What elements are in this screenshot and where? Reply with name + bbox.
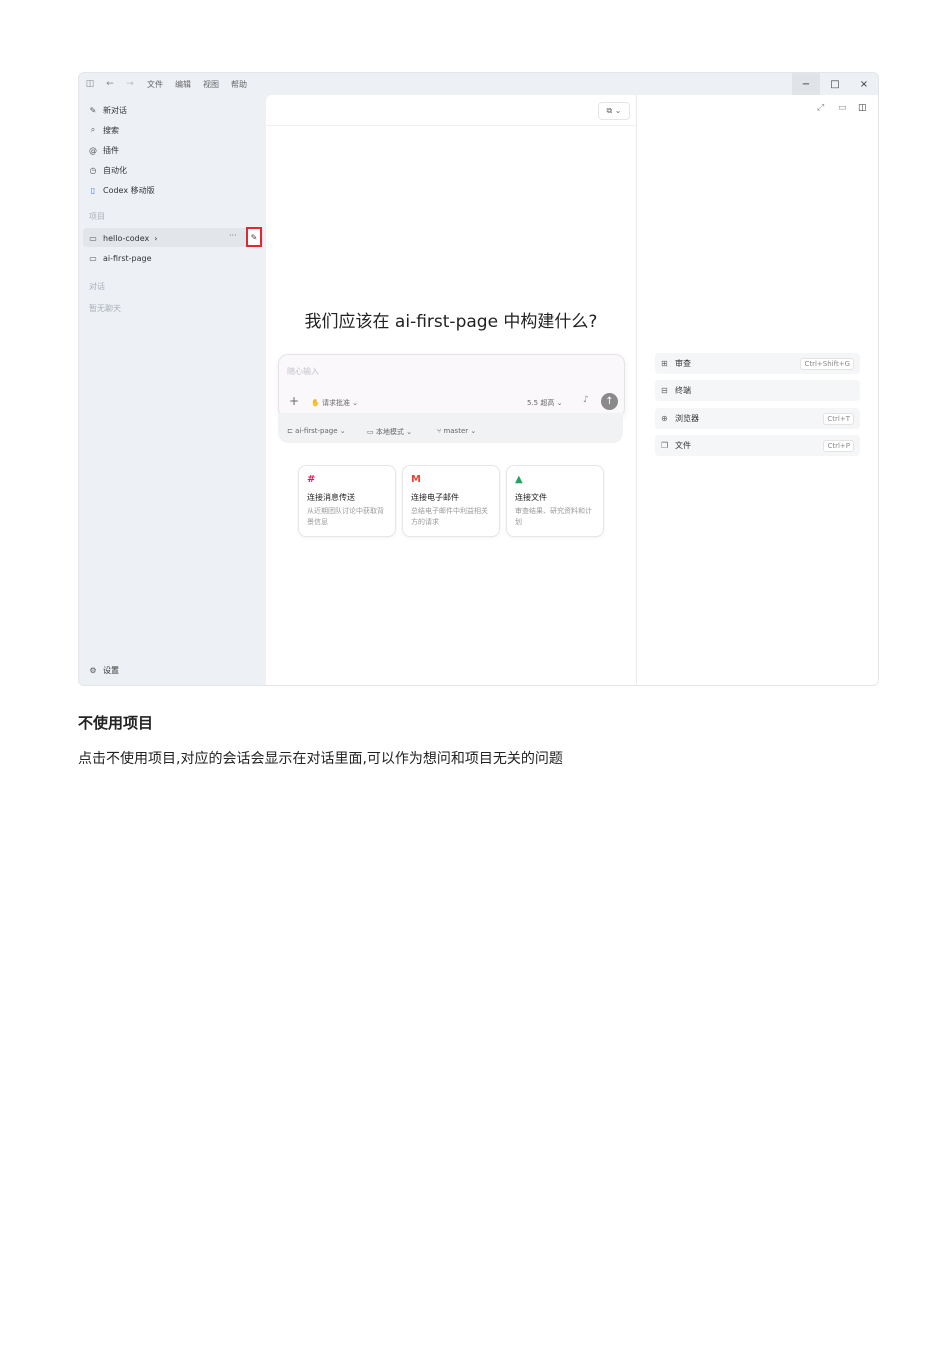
browser-button[interactable]: ⊕ 浏览器 Ctrl+T (655, 408, 860, 429)
search-icon: ⌕ (90, 125, 96, 134)
project-selector[interactable]: ⊏ ai-first-page ⌄ (287, 427, 346, 435)
expand-icon[interactable]: ⤢ (817, 103, 824, 113)
review-button[interactable]: ⊞ 审查 Ctrl+Shift+G (655, 353, 860, 374)
review-icon: ⊞ (661, 359, 668, 368)
approval-dropdown[interactable]: ✋ 请求批准 ⌄ (311, 398, 358, 408)
project-label: hello-codex (103, 233, 150, 243)
shortcut-badge: Ctrl+Shift+G (800, 357, 854, 370)
composer: 随心输入 + ✋ 请求批准 ⌄ 5.5 超高 ⌄ ♪ ↑ (278, 354, 625, 418)
open-in-dropdown[interactable]: ⧉ ⌄ (598, 102, 630, 120)
menu-view[interactable]: 视图 (203, 79, 219, 90)
card-description: 从近期团队讨论中获取背景信息 (307, 507, 384, 526)
send-button[interactable]: ↑ (601, 393, 618, 410)
review-label: 审查 (675, 359, 691, 368)
project-item-ai-first-page[interactable]: ▭ ai-first-page (87, 249, 152, 267)
menu-file[interactable]: 文件 (147, 79, 163, 90)
chevron-right-icon: › (154, 233, 158, 243)
chats-heading: 对话 (89, 282, 105, 291)
section-heading: 不使用项目 (78, 714, 154, 732)
terminal-label: 终端 (675, 386, 691, 395)
terminal-icon: ⊟ (661, 386, 668, 395)
sidebar-item-plugins[interactable]: @ 插件 (87, 141, 119, 159)
card-title: 连接电子邮件 (411, 493, 459, 502)
project-selector-label: ai-first-page ⌄ (295, 427, 346, 435)
gear-icon: ⚙ (89, 665, 97, 675)
divider (266, 125, 636, 126)
connect-messaging-card[interactable]: # 连接消息传送 从近期团队讨论中获取背景信息 (298, 465, 396, 537)
projects-heading: 项目 (89, 212, 105, 221)
close-button[interactable]: × (850, 73, 878, 95)
branch-selector-label: master ⌄ (443, 427, 477, 435)
page-title: 我们应该在 ai-first-page 中构建什么? (304, 312, 598, 332)
folder-icon: ⊏ (287, 427, 296, 435)
branch-selector[interactable]: ⑂ master ⌄ (437, 427, 476, 435)
project-item-hello-codex[interactable]: ▭ hello-codex › (87, 229, 157, 247)
split-view-icon[interactable]: ◫ (858, 103, 867, 113)
model-dropdown[interactable]: 5.5 超高 ⌄ (527, 398, 562, 408)
title-bar: ◫ ← → 文件 编辑 视图 帮助 − □ × (79, 73, 878, 95)
globe-icon: ⊕ (661, 414, 668, 423)
sidebar-item-label: 新对话 (103, 105, 127, 115)
browser-label: 浏览器 (675, 414, 699, 423)
project-label: ai-first-page (103, 253, 152, 263)
mode-selector-label: 本地模式 ⌄ (375, 428, 412, 436)
context-bar: ⊏ ai-first-page ⌄ ▭ 本地模式 ⌄ ⑂ master ⌄ (278, 413, 623, 443)
sidebar-item-new-chat[interactable]: ✎ 新对话 (87, 101, 127, 119)
sidebar-item-label: 插件 (103, 145, 119, 155)
settings-label: 设置 (103, 665, 119, 675)
sidebar-toggle-icon[interactable]: ◫ (85, 79, 95, 89)
terminal-button[interactable]: ⊟ 终端 (655, 380, 860, 401)
laptop-icon: ▭ (367, 428, 376, 436)
back-arrow-icon[interactable]: ← (105, 79, 115, 89)
card-description: 总结电子邮件中利益相关方的请求 (411, 507, 488, 526)
files-icon: ❐ (661, 441, 669, 450)
section-paragraph: 点击不使用项目,对应的会话会显示在对话里面,可以作为想问和项目无关的问题 (78, 751, 563, 767)
sidebar-item-label: 搜索 (103, 125, 119, 135)
connect-email-card[interactable]: M 连接电子邮件 总结电子邮件中利益相关方的请求 (402, 465, 500, 537)
app-window: ◫ ← → 文件 编辑 视图 帮助 − □ × ✎ 新对话 ⌕ 搜索 @ 插件 … (78, 72, 879, 686)
sidebar: ✎ 新对话 ⌕ 搜索 @ 插件 ◷ 自动化 ▯ Codex 移动版 项目 ▭ h… (79, 95, 266, 685)
plugin-icon: @ (89, 145, 97, 155)
drive-icon: ▲ (515, 474, 523, 485)
right-panel: ⤢ ▭ ◫ ⊞ 审查 Ctrl+Shift+G ⊟ 终端 ⊕ 浏览器 Ctrl+… (636, 95, 878, 685)
sidebar-item-label: 自动化 (103, 165, 127, 175)
mobile-icon: ▯ (90, 185, 96, 195)
new-chat-icon: ✎ (89, 105, 97, 115)
shortcut-badge: Ctrl+T (823, 412, 854, 425)
main-panel: ⧉ ⌄ 我们应该在 ai-first-page 中构建什么? 随心输入 + ✋ … (266, 95, 636, 685)
sidebar-item-codex-mobile[interactable]: ▯ Codex 移动版 (87, 181, 155, 199)
shortcut-badge: Ctrl+P (823, 439, 854, 452)
sidebar-item-automation[interactable]: ◷ 自动化 (87, 161, 128, 179)
hand-icon: ✋ (311, 399, 322, 407)
approval-label: 请求批准 ⌄ (321, 399, 359, 407)
panel-icon[interactable]: ▭ (838, 103, 847, 113)
prompt-input[interactable]: 随心输入 (287, 366, 319, 377)
gmail-icon: M (411, 474, 421, 485)
files-button[interactable]: ❐ 文件 Ctrl+P (655, 435, 860, 456)
card-title: 连接文件 (515, 493, 547, 502)
minimize-button[interactable]: − (792, 73, 820, 95)
folder-icon: ▭ (89, 233, 97, 243)
slack-icon: # (307, 474, 316, 485)
project-more-icon[interactable]: ··· (229, 231, 237, 240)
files-label: 文件 (675, 441, 691, 450)
folder-icon: ▭ (89, 253, 97, 263)
sidebar-item-search[interactable]: ⌕ 搜索 (87, 121, 119, 139)
settings-button[interactable]: ⚙ 设置 (87, 661, 119, 679)
card-title: 连接消息传送 (307, 493, 355, 502)
card-description: 审查结果、研究资料和计划 (515, 507, 592, 526)
chats-empty-text: 暂无聊天 (89, 304, 121, 313)
microphone-icon[interactable]: ♪ (583, 395, 589, 405)
menu-edit[interactable]: 编辑 (175, 79, 191, 90)
maximize-button[interactable]: □ (821, 73, 849, 95)
new-project-chat-button[interactable]: ✎ (246, 227, 262, 247)
forward-arrow-icon[interactable]: → (125, 79, 135, 89)
menu-help[interactable]: 帮助 (231, 79, 247, 90)
connect-files-card[interactable]: ▲ 连接文件 审查结果、研究资料和计划 (506, 465, 604, 537)
add-attachment-button[interactable]: + (289, 394, 299, 408)
mode-selector[interactable]: ▭ 本地模式 ⌄ (367, 427, 412, 437)
clock-icon: ◷ (89, 165, 97, 175)
sidebar-item-label: Codex 移动版 (103, 185, 155, 195)
